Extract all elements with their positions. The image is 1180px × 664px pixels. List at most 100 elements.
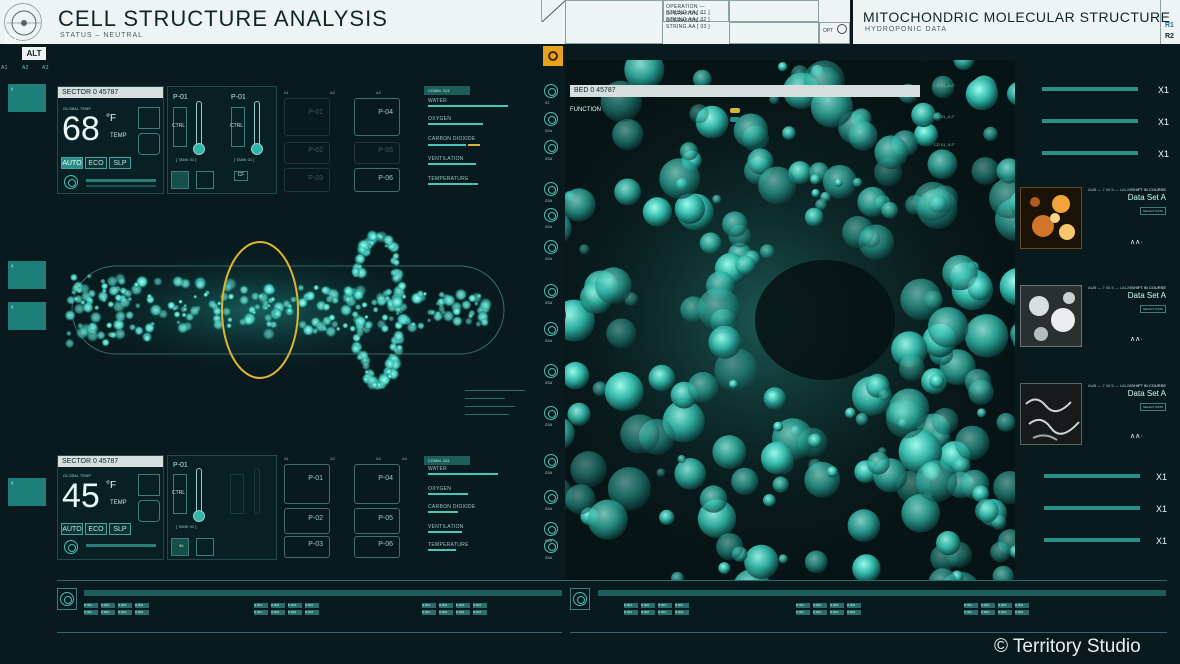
select-data-button-2[interactable]: SELECT DATA	[1139, 305, 1166, 313]
footer-chip[interactable]: R 003	[830, 603, 844, 608]
footer-chip[interactable]: R 002	[439, 610, 453, 615]
footer-chip[interactable]: R 004	[473, 610, 487, 615]
cell-b-p03[interactable]: P-03	[284, 536, 330, 558]
side-tab-4[interactable]: ‹	[8, 478, 46, 506]
cell-p03[interactable]: P-03	[284, 168, 330, 192]
footer-chip[interactable]: R 001	[624, 603, 638, 608]
cell-p05[interactable]: P-05	[354, 142, 400, 164]
sample-thumb-3[interactable]	[1020, 383, 1082, 445]
footer-chip[interactable]: R 002	[641, 610, 655, 615]
select-data-button-1[interactable]: SELECT DATA	[1139, 207, 1166, 215]
footer-chip[interactable]: R 004	[473, 603, 487, 608]
footer-chip[interactable]: R 001	[254, 610, 268, 615]
power-icon[interactable]	[64, 175, 78, 189]
orange-toggle-button[interactable]	[543, 46, 563, 66]
side-tab-1[interactable]: ‹	[8, 84, 46, 112]
footer-chip[interactable]: R 004	[305, 610, 319, 615]
footer-chip[interactable]: R 001	[964, 610, 978, 615]
side-node-button[interactable]	[544, 406, 558, 420]
function-toggle-2[interactable]	[730, 117, 740, 122]
footer-chip[interactable]: R 004	[135, 603, 149, 608]
footer-chip[interactable]: R 002	[271, 603, 285, 608]
footer-chip[interactable]: R 001	[254, 603, 268, 608]
footer-chip[interactable]: R 003	[288, 610, 302, 615]
cf-button[interactable]: CF	[234, 171, 248, 181]
mode-slp-button[interactable]: SLP	[109, 157, 131, 169]
footer-chip[interactable]: R 004	[847, 610, 861, 615]
mode-slp-button-b[interactable]: SLP	[109, 523, 131, 535]
cell-b-p05[interactable]: P-05	[354, 508, 400, 534]
mode-auto-button-b[interactable]: AUTO	[61, 523, 83, 535]
side-node-button[interactable]	[544, 240, 558, 254]
sample-thumb-2[interactable]	[1020, 285, 1082, 347]
footer-chip[interactable]: R 001	[796, 610, 810, 615]
footer-chip[interactable]: R 002	[641, 603, 655, 608]
footer-chip[interactable]: R 004	[1015, 610, 1029, 615]
cell-b-p01[interactable]: P-01	[284, 464, 330, 504]
r1-label[interactable]: R1	[1165, 22, 1174, 29]
footer-chip[interactable]: R 002	[439, 603, 453, 608]
function-toggle-1[interactable]	[730, 108, 740, 113]
recycle-icon[interactable]	[171, 171, 189, 189]
side-node-button[interactable]	[544, 140, 558, 154]
footer-chip[interactable]: R 002	[813, 603, 827, 608]
side-node-button[interactable]	[544, 539, 558, 553]
footer-chip[interactable]: R 003	[998, 610, 1012, 615]
footer-chip[interactable]: R 001	[84, 610, 98, 615]
footer-chip[interactable]: R 004	[675, 610, 689, 615]
footer-chip[interactable]: R 004	[135, 610, 149, 615]
side-node-button[interactable]	[544, 84, 558, 98]
footer-chip[interactable]: R 001	[964, 603, 978, 608]
side-node-button[interactable]	[544, 454, 558, 468]
r2-label[interactable]: R2	[1165, 33, 1174, 40]
mode-eco-button[interactable]: ECO	[85, 157, 107, 169]
footer-power-left[interactable]	[57, 588, 77, 610]
footer-chip[interactable]: R 002	[101, 610, 115, 615]
footer-chip[interactable]: R 004	[305, 603, 319, 608]
cell-b-p04[interactable]: P-04	[354, 464, 400, 504]
hex-icon-b[interactable]	[196, 538, 214, 556]
side-node-button[interactable]	[544, 208, 558, 222]
footer-chip[interactable]: R 002	[981, 603, 995, 608]
footer-chip[interactable]: R 002	[101, 603, 115, 608]
footer-chip[interactable]: R 002	[271, 610, 285, 615]
cell-p02[interactable]: P-02	[284, 142, 330, 164]
select-data-button-3[interactable]: SELECT DATA	[1139, 403, 1166, 411]
footer-chip[interactable]: R 004	[675, 603, 689, 608]
footer-chip[interactable]: R 003	[658, 610, 672, 615]
footer-chip[interactable]: R 002	[813, 610, 827, 615]
side-node-button[interactable]	[544, 182, 558, 196]
shield-icon-b[interactable]	[138, 500, 160, 522]
footer-chip[interactable]: R 001	[422, 603, 436, 608]
alt-button[interactable]: ALT	[22, 47, 46, 60]
footer-chip[interactable]: R 001	[624, 610, 638, 615]
footer-chip[interactable]: R 003	[118, 603, 132, 608]
mode-auto-button[interactable]: AUTO	[61, 157, 83, 169]
cell-b-p06[interactable]: P-06	[354, 536, 400, 558]
side-tab-2[interactable]: ‹	[8, 261, 46, 289]
cell-p01[interactable]: P-01	[284, 98, 330, 136]
footer-chip[interactable]: R 003	[118, 610, 132, 615]
footer-chip[interactable]: R 003	[456, 610, 470, 615]
shield-icon[interactable]	[138, 133, 160, 155]
side-node-button[interactable]	[544, 284, 558, 298]
footer-chip[interactable]: R 003	[288, 603, 302, 608]
cell-icon-bottom[interactable]	[138, 474, 160, 496]
footer-chip[interactable]: R 004	[847, 603, 861, 608]
mode-eco-button-b[interactable]: ECO	[85, 523, 107, 535]
cell-icon-top[interactable]	[138, 107, 160, 129]
footer-chip[interactable]: R 003	[658, 603, 672, 608]
side-node-button[interactable]	[544, 112, 558, 126]
footer-chip[interactable]: R 004	[1015, 603, 1029, 608]
footer-chip[interactable]: R 003	[456, 603, 470, 608]
ctrl-slider-b2[interactable]	[230, 474, 244, 514]
hex-icon[interactable]	[196, 171, 214, 189]
sample-thumb-1[interactable]	[1020, 187, 1082, 249]
footer-chip[interactable]: R 001	[84, 603, 98, 608]
footer-chip[interactable]: R 001	[796, 603, 810, 608]
side-node-button[interactable]	[544, 322, 558, 336]
cell-b-p02[interactable]: P-02	[284, 508, 330, 534]
footer-chip[interactable]: R 003	[830, 610, 844, 615]
side-node-button[interactable]	[544, 490, 558, 504]
side-node-button[interactable]	[544, 522, 558, 536]
